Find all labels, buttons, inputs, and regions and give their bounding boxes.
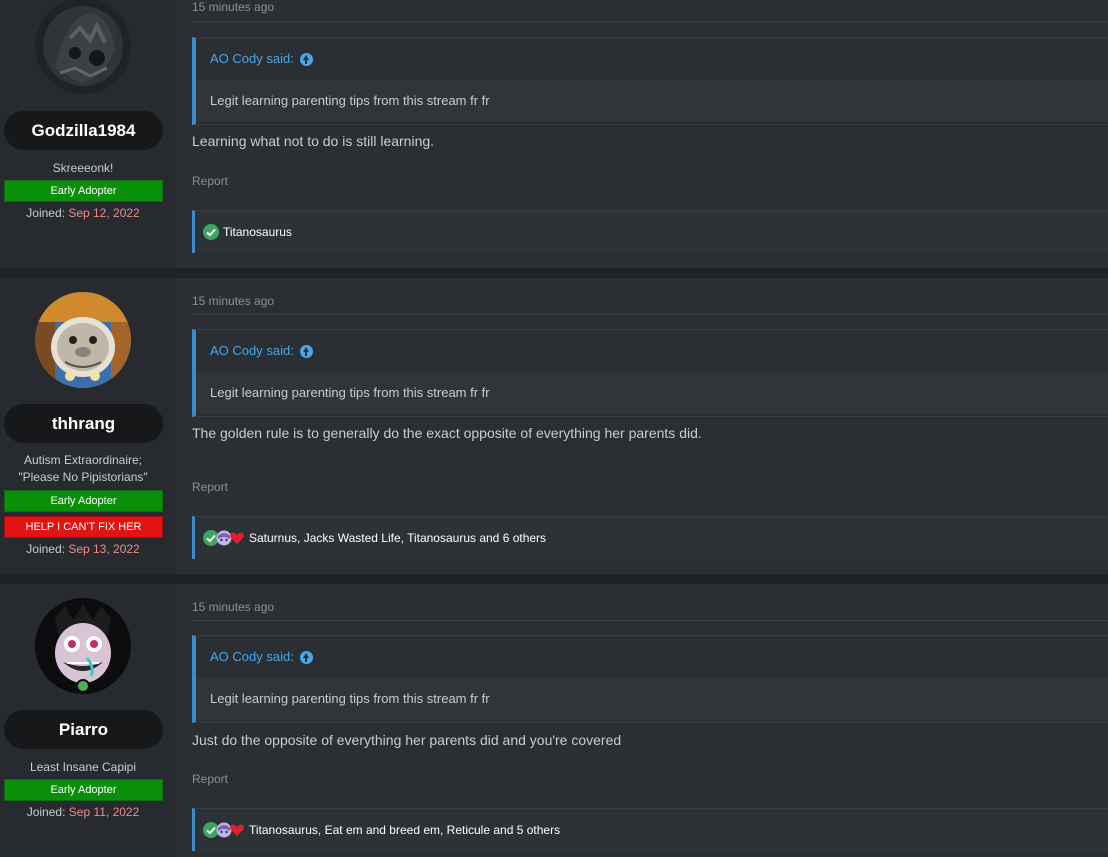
divider xyxy=(192,620,1108,621)
joined-date: Joined: Sep 13, 2022 xyxy=(26,542,140,556)
reactions-text[interactable]: Titanosaurus xyxy=(223,225,292,239)
quote-author[interactable]: AO Cody said: xyxy=(210,636,294,678)
heart-icon xyxy=(230,824,244,836)
quote-block: AO Cody said: Legit learning parenting t… xyxy=(192,635,1108,723)
username[interactable]: Piarro xyxy=(4,710,163,749)
user-title: Autism Extraordinaire; "Please No Pipist… xyxy=(18,453,148,484)
reactions-bar[interactable]: Titanosaurus xyxy=(192,210,1108,253)
user-title: Least Insane Capipi xyxy=(29,760,137,774)
post-timestamp[interactable]: 15 minutes ago xyxy=(192,600,274,614)
user-banner: Early Adopter xyxy=(4,490,163,512)
joined-date: Joined: Sep 12, 2022 xyxy=(26,206,140,220)
heart-icon xyxy=(230,532,244,544)
quote-text: Legit learning parenting tips from this … xyxy=(196,80,1108,122)
username[interactable]: Godzilla1984 xyxy=(4,111,163,150)
divider xyxy=(192,21,1108,22)
report-link[interactable]: Report xyxy=(192,174,228,188)
post: Godzilla1984 Skreeeonk! Early Adopter Jo… xyxy=(0,0,1108,268)
reactions-bar[interactable]: Saturnus, Jacks Wasted Life, Titanosauru… xyxy=(192,516,1108,559)
avatar[interactable] xyxy=(35,0,131,94)
post-main: 15 minutes ago AO Cody said: Legit learn… xyxy=(178,584,1108,857)
post-timestamp[interactable]: 15 minutes ago xyxy=(192,0,274,14)
avatar[interactable] xyxy=(35,292,131,388)
post-separator xyxy=(0,268,1108,278)
user-panel: Godzilla1984 Skreeeonk! Early Adopter Jo… xyxy=(0,0,178,268)
post-message: Learning what not to do is still learnin… xyxy=(192,133,435,149)
report-link[interactable]: Report xyxy=(192,480,228,494)
check-icon xyxy=(203,224,219,240)
jump-to-quote-icon[interactable] xyxy=(299,650,313,664)
username[interactable]: thhrang xyxy=(4,404,163,443)
avatar[interactable] xyxy=(35,598,131,694)
post-main: 15 minutes ago AO Cody said: Legit learn… xyxy=(178,0,1108,268)
post: thhrang Autism Extraordinaire; "Please N… xyxy=(0,278,1108,574)
divider xyxy=(192,314,1108,315)
jump-to-quote-icon[interactable] xyxy=(299,344,313,358)
reactions-bar[interactable]: Titanosaurus, Eat em and breed em, Retic… xyxy=(192,808,1108,851)
user-banner: Early Adopter xyxy=(4,180,163,202)
user-title: Skreeeonk! xyxy=(52,161,114,175)
quote-block: AO Cody said: Legit learning parenting t… xyxy=(192,37,1108,125)
quote-author[interactable]: AO Cody said: xyxy=(210,330,294,372)
joined-date: Joined: Sep 11, 2022 xyxy=(26,805,140,819)
reactions-text[interactable]: Titanosaurus, Eat em and breed em, Retic… xyxy=(249,823,560,837)
quote-author[interactable]: AO Cody said: xyxy=(210,38,294,80)
quote-text: Legit learning parenting tips from this … xyxy=(196,372,1108,414)
post-message: Just do the opposite of everything her p… xyxy=(192,732,622,748)
report-link[interactable]: Report xyxy=(192,772,228,786)
user-panel: thhrang Autism Extraordinaire; "Please N… xyxy=(0,278,178,574)
post-main: 15 minutes ago AO Cody said: Legit learn… xyxy=(178,278,1108,574)
post-separator xyxy=(0,574,1108,584)
quote-block: AO Cody said: Legit learning parenting t… xyxy=(192,329,1108,417)
post: Piarro Least Insane Capipi Early Adopter… xyxy=(0,584,1108,857)
post-message: The golden rule is to generally do the e… xyxy=(192,425,702,441)
post-timestamp[interactable]: 15 minutes ago xyxy=(192,294,274,308)
jump-to-quote-icon[interactable] xyxy=(299,52,313,66)
user-panel: Piarro Least Insane Capipi Early Adopter… xyxy=(0,584,178,857)
reactions-text[interactable]: Saturnus, Jacks Wasted Life, Titanosauru… xyxy=(249,531,546,545)
quote-text: Legit learning parenting tips from this … xyxy=(196,678,1108,720)
user-banner: HELP I CAN'T FIX HER xyxy=(4,516,163,538)
user-banner: Early Adopter xyxy=(4,779,163,801)
